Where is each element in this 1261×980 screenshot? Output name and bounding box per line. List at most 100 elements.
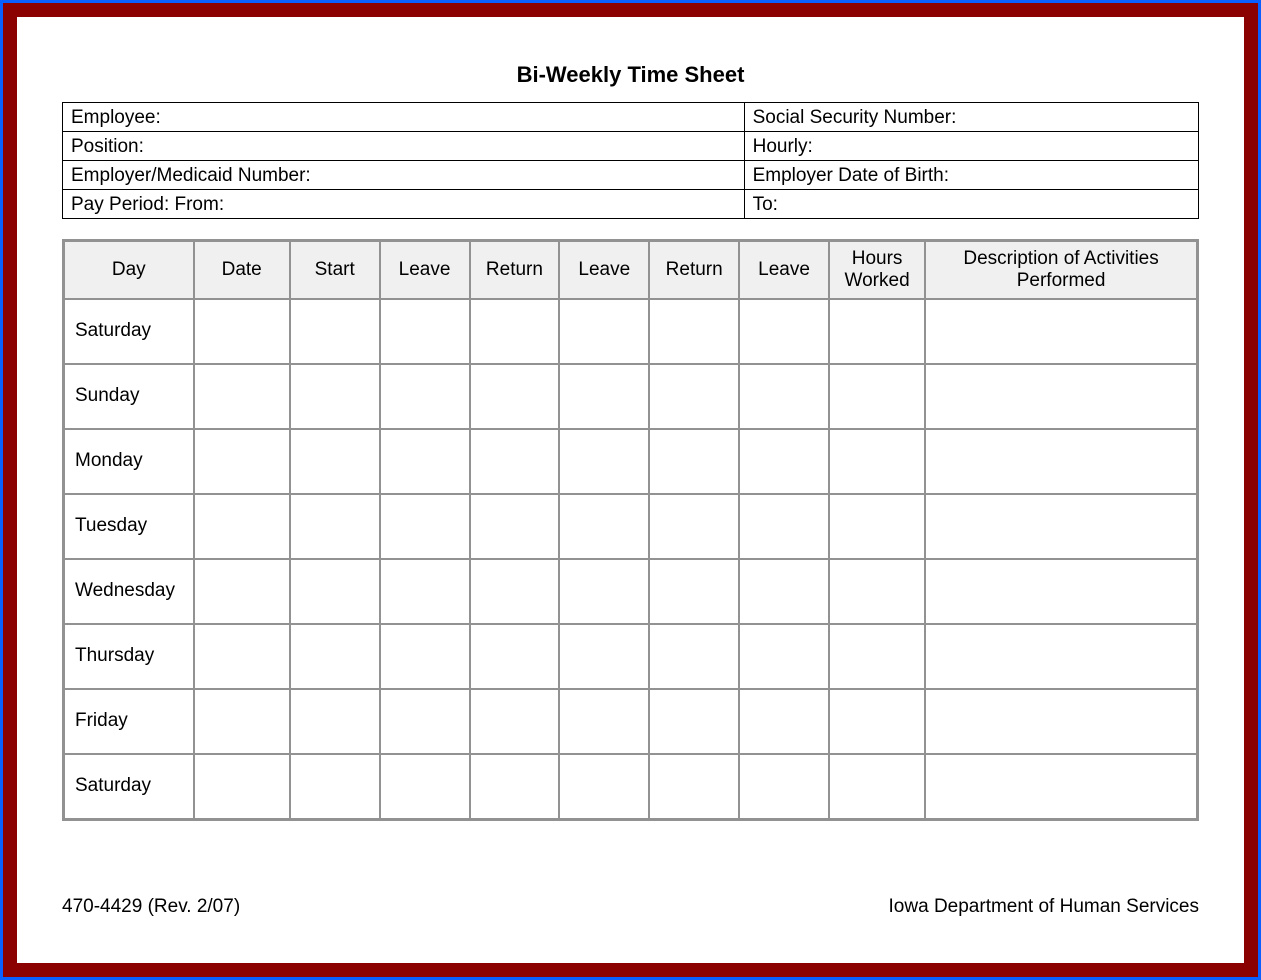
cell-leave [559, 429, 649, 494]
cell-start [290, 754, 380, 819]
cell-leave [739, 559, 829, 624]
inner-frame: Bi-Weekly Time Sheet Employee: Social Se… [3, 3, 1258, 977]
label-position: Position: [63, 132, 745, 161]
table-row: Tuesday [64, 494, 1197, 559]
agency-name: Iowa Department of Human Services [889, 896, 1199, 918]
table-row: Saturday [64, 299, 1197, 364]
cell-leave [739, 624, 829, 689]
cell-date [194, 429, 290, 494]
cell-leave [559, 364, 649, 429]
outer-frame: Bi-Weekly Time Sheet Employee: Social Se… [0, 0, 1261, 980]
cell-date [194, 754, 290, 819]
cell-hours [829, 429, 925, 494]
cell-return [649, 559, 739, 624]
footer: 470-4429 (Rev. 2/07) Iowa Department of … [62, 896, 1199, 918]
page: Bi-Weekly Time Sheet Employee: Social Se… [17, 17, 1244, 963]
cell-desc [925, 689, 1197, 754]
cell-day: Wednesday [64, 559, 194, 624]
cell-return [470, 624, 560, 689]
cell-date [194, 624, 290, 689]
cell-return [649, 494, 739, 559]
label-employer-medicaid: Employer/Medicaid Number: [63, 161, 745, 190]
cell-return [470, 689, 560, 754]
cell-hours [829, 559, 925, 624]
cell-hours [829, 754, 925, 819]
cell-date [194, 299, 290, 364]
cell-date [194, 559, 290, 624]
cell-start [290, 559, 380, 624]
table-row: Saturday [64, 754, 1197, 819]
cell-leave [559, 299, 649, 364]
cell-return [649, 299, 739, 364]
cell-leave [739, 429, 829, 494]
cell-return [649, 364, 739, 429]
label-employer-dob: Employer Date of Birth: [744, 161, 1198, 190]
cell-leave [739, 494, 829, 559]
table-row: Sunday [64, 364, 1197, 429]
cell-start [290, 429, 380, 494]
cell-leave [559, 624, 649, 689]
col-day: Day [64, 241, 194, 299]
page-title: Bi-Weekly Time Sheet [62, 62, 1199, 88]
cell-day: Tuesday [64, 494, 194, 559]
cell-leave [380, 494, 470, 559]
cell-date [194, 494, 290, 559]
cell-leave [559, 559, 649, 624]
cell-day: Saturday [64, 299, 194, 364]
table-row: Friday [64, 689, 1197, 754]
cell-day: Thursday [64, 624, 194, 689]
cell-desc [925, 494, 1197, 559]
cell-hours [829, 299, 925, 364]
cell-leave [559, 754, 649, 819]
grid-header-row: Day Date Start Leave Return Leave Return… [64, 241, 1197, 299]
col-start: Start [290, 241, 380, 299]
table-row: Wednesday [64, 559, 1197, 624]
cell-leave [380, 624, 470, 689]
cell-return [649, 429, 739, 494]
cell-desc [925, 559, 1197, 624]
cell-return [649, 624, 739, 689]
col-hours: Hours Worked [829, 241, 925, 299]
cell-leave [739, 754, 829, 819]
col-leave-3: Leave [739, 241, 829, 299]
cell-return [470, 429, 560, 494]
cell-date [194, 364, 290, 429]
label-ssn: Social Security Number: [744, 103, 1198, 132]
cell-hours [829, 624, 925, 689]
cell-leave [380, 299, 470, 364]
table-row: Thursday [64, 624, 1197, 689]
cell-start [290, 624, 380, 689]
cell-leave [739, 689, 829, 754]
label-pay-period-to: To: [744, 190, 1198, 219]
cell-return [470, 754, 560, 819]
cell-day: Monday [64, 429, 194, 494]
timesheet-grid: Day Date Start Leave Return Leave Return… [62, 239, 1199, 821]
label-employee: Employee: [63, 103, 745, 132]
cell-desc [925, 299, 1197, 364]
cell-return [649, 754, 739, 819]
cell-day: Sunday [64, 364, 194, 429]
cell-hours [829, 494, 925, 559]
table-row: Monday [64, 429, 1197, 494]
cell-desc [925, 754, 1197, 819]
cell-return [649, 689, 739, 754]
col-date: Date [194, 241, 290, 299]
cell-return [470, 559, 560, 624]
cell-leave [559, 494, 649, 559]
cell-leave [380, 559, 470, 624]
cell-return [470, 364, 560, 429]
cell-date [194, 689, 290, 754]
col-return-2: Return [649, 241, 739, 299]
cell-leave [380, 364, 470, 429]
cell-start [290, 364, 380, 429]
col-leave-2: Leave [559, 241, 649, 299]
cell-leave [380, 429, 470, 494]
col-desc: Description of Activities Performed [925, 241, 1197, 299]
cell-start [290, 299, 380, 364]
cell-leave [380, 689, 470, 754]
cell-leave [739, 364, 829, 429]
form-number: 470-4429 (Rev. 2/07) [62, 896, 240, 918]
cell-leave [380, 754, 470, 819]
cell-return [470, 494, 560, 559]
cell-desc [925, 364, 1197, 429]
